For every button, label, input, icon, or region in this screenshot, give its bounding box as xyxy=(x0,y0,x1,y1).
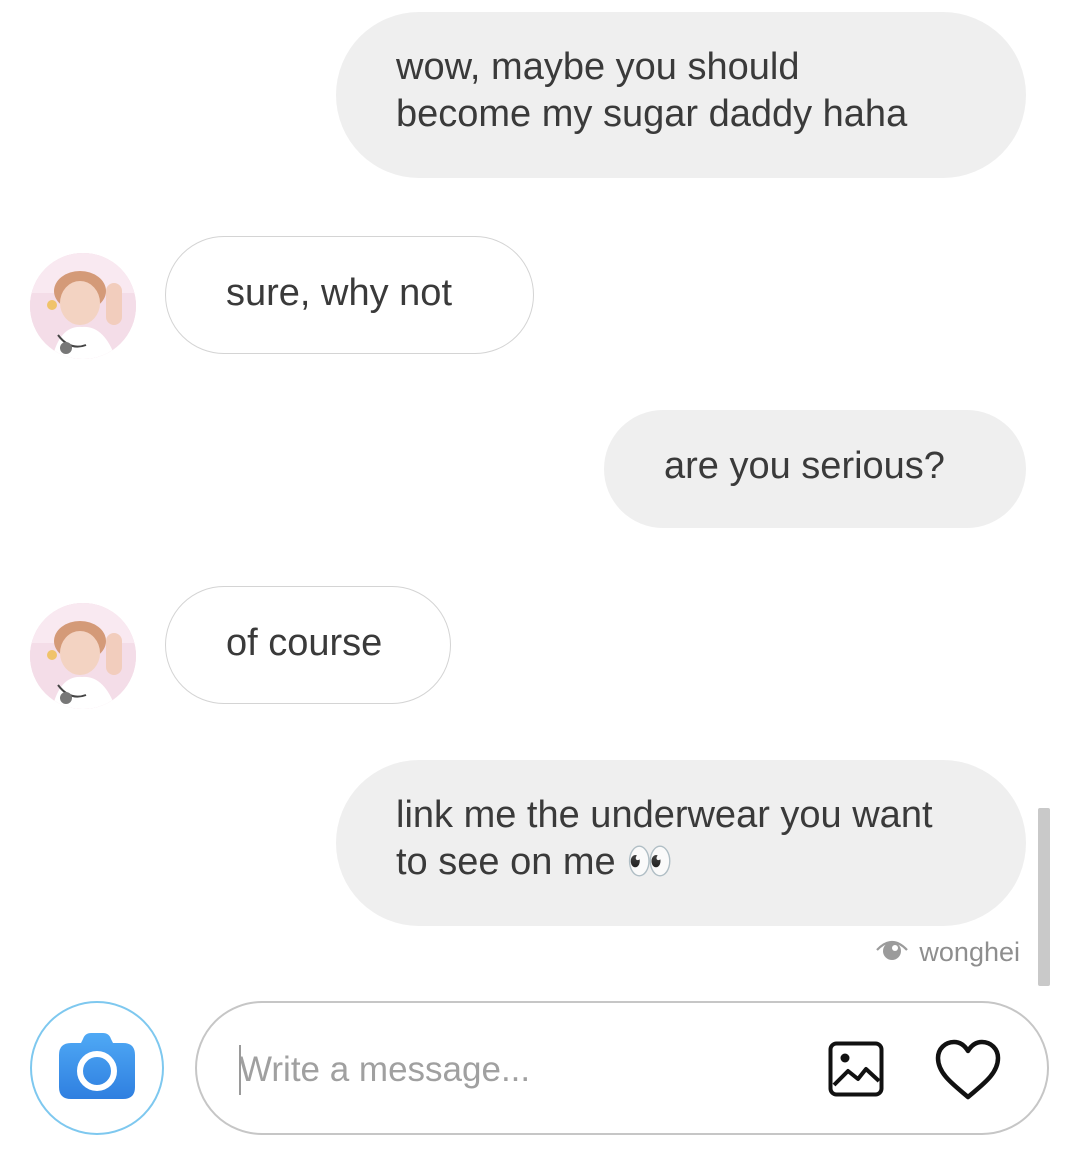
like-button[interactable] xyxy=(934,1039,1002,1101)
message-input[interactable] xyxy=(239,1041,799,1099)
heart-icon xyxy=(934,1039,1002,1105)
scrollbar[interactable] xyxy=(1038,808,1050,986)
message-thread: wow, maybe you should become my sugar da… xyxy=(0,0,1080,990)
gallery-button[interactable] xyxy=(828,1041,884,1097)
message-bubble-sent[interactable]: link me the underwear you want to see on… xyxy=(336,760,1026,926)
message-bubble-sent[interactable]: are you serious? xyxy=(604,410,1026,528)
camera-icon xyxy=(59,1032,135,1104)
image-icon xyxy=(828,1041,884,1101)
camera-button[interactable] xyxy=(30,1001,164,1135)
contact-avatar[interactable] xyxy=(30,603,136,709)
message-composer xyxy=(0,990,1080,1152)
text-caret xyxy=(239,1045,241,1095)
seen-indicator: wonghei xyxy=(875,936,1020,969)
message-bubble-received[interactable]: of course xyxy=(165,586,451,704)
contact-avatar[interactable] xyxy=(30,253,136,359)
message-bubble-sent[interactable]: wow, maybe you should become my sugar da… xyxy=(336,12,1026,178)
seen-by-username: wonghei xyxy=(919,937,1020,967)
avatar-photo xyxy=(30,253,136,359)
avatar-photo xyxy=(30,603,136,709)
message-input-container xyxy=(195,1001,1049,1135)
message-bubble-received[interactable]: sure, why not xyxy=(165,236,534,354)
eye-icon xyxy=(875,936,909,969)
